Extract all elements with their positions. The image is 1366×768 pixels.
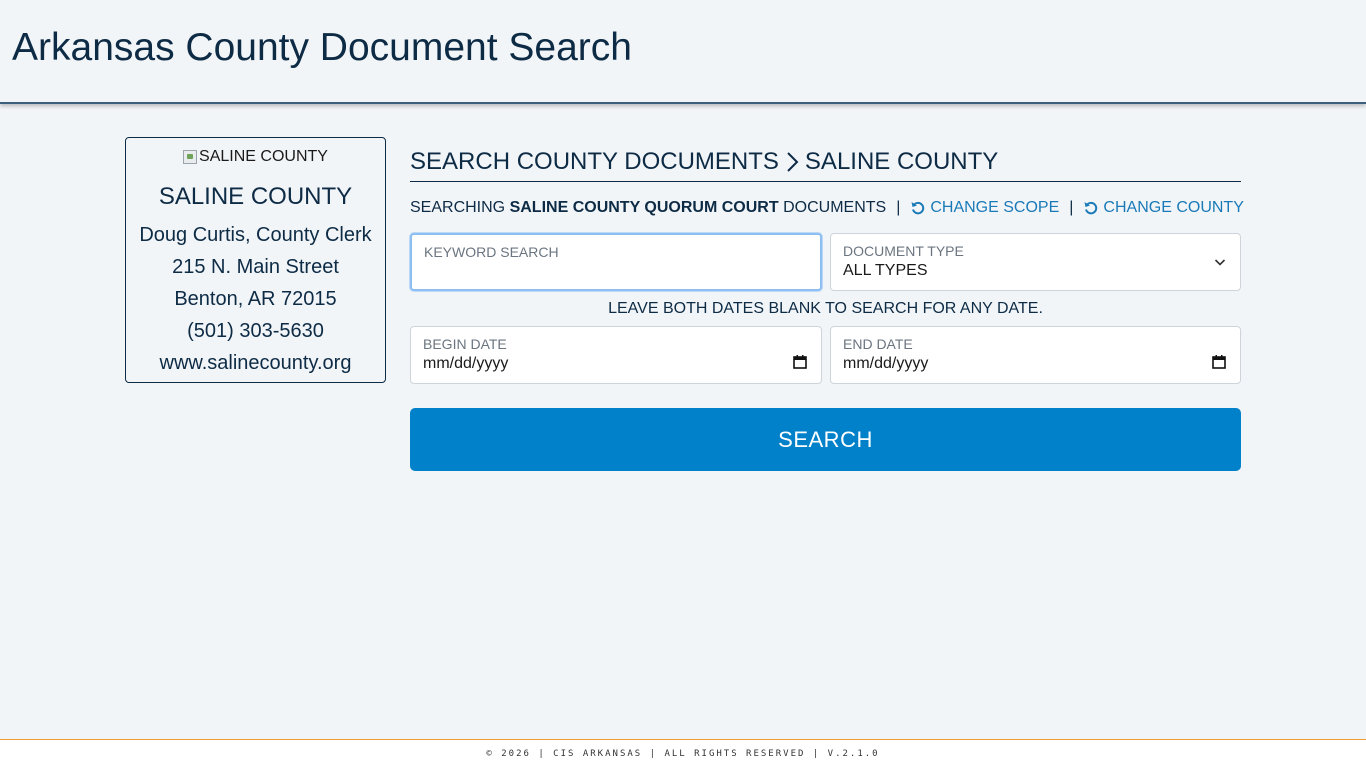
scope-separator: |: [896, 199, 901, 216]
broken-image-icon: [183, 150, 198, 164]
begin-date-field[interactable]: BEGIN DATE mm/dd/yyyy: [410, 326, 822, 384]
breadcrumb-root[interactable]: SEARCH COUNTY DOCUMENTS: [410, 148, 779, 176]
search-button[interactable]: SEARCH: [410, 408, 1241, 471]
undo-icon: [911, 201, 925, 215]
end-date-label: END DATE: [843, 336, 913, 352]
scope-separator-2: |: [1069, 199, 1074, 216]
change-county-link[interactable]: CHANGE COUNTY: [1083, 199, 1244, 217]
document-type-value: ALL TYPES: [843, 262, 928, 279]
page-header: Arkansas County Document Search: [0, 0, 1366, 104]
county-website[interactable]: www.salinecounty.org: [126, 352, 385, 375]
end-date-field[interactable]: END DATE mm/dd/yyyy: [830, 326, 1241, 384]
begin-date-value: mm/dd/yyyy: [423, 355, 509, 372]
document-type-select[interactable]: DOCUMENT TYPE ALL TYPES: [830, 233, 1241, 291]
footer-text: © 2026 | CIS ARKANSAS | ALL RIGHTS RESER…: [486, 749, 880, 759]
county-name: SALINE COUNTY: [158, 183, 353, 210]
breadcrumb: SEARCH COUNTY DOCUMENTS SALINE COUNTY: [410, 142, 1241, 182]
page-title: Arkansas County Document Search: [12, 26, 632, 69]
chevron-right-icon: [785, 151, 799, 173]
county-logo-image: SALINE COUNTY: [126, 148, 385, 166]
change-scope-label: CHANGE SCOPE: [930, 199, 1060, 216]
date-hint: LEAVE BOTH DATES BLANK TO SEARCH FOR ANY…: [608, 300, 1043, 317]
county-city: Benton, AR 72015: [174, 288, 337, 310]
page-footer: © 2026 | CIS ARKANSAS | ALL RIGHTS RESER…: [0, 739, 1366, 768]
end-date-value: mm/dd/yyyy: [843, 355, 929, 372]
scope-name: SALINE COUNTY QUORUM COURT: [509, 199, 779, 216]
breadcrumb-current: SALINE COUNTY: [804, 147, 999, 175]
scope-line: SEARCHING SALINE COUNTY QUORUM COURT DOC…: [410, 199, 1270, 217]
county-phone: (501) 303-5630: [187, 320, 324, 342]
county-logo-alt-text: SALINE COUNTY: [199, 148, 328, 165]
keyword-search-input[interactable]: [424, 261, 804, 279]
keyword-search-label: KEYWORD SEARCH: [424, 244, 559, 260]
calendar-icon[interactable]: [793, 355, 807, 369]
document-type-label: DOCUMENT TYPE: [843, 243, 964, 259]
scope-prefix: SEARCHING: [410, 199, 506, 216]
county-address: 215 N. Main Street: [172, 256, 339, 278]
change-county-label: CHANGE COUNTY: [1103, 199, 1244, 216]
change-scope-link[interactable]: CHANGE SCOPE: [910, 199, 1059, 217]
calendar-icon[interactable]: [1212, 355, 1226, 369]
county-info-card: SALINE COUNTY SALINE COUNTY Doug Curtis,…: [125, 137, 386, 383]
undo-icon: [1084, 201, 1098, 215]
scope-suffix: DOCUMENTS: [783, 199, 887, 216]
begin-date-label: BEGIN DATE: [423, 336, 507, 352]
chevron-down-icon: [1214, 259, 1226, 266]
keyword-search-field[interactable]: KEYWORD SEARCH: [410, 233, 822, 291]
county-clerk: Doug Curtis, County Clerk: [139, 224, 372, 246]
